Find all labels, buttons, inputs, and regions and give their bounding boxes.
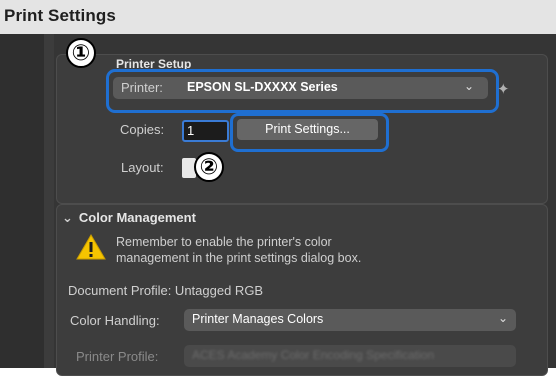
printer-profile-label: Printer Profile:: [76, 349, 159, 364]
preview-area: [44, 34, 54, 368]
printer-profile-select[interactable]: ACES Academy Color Encoding Specificatio…: [184, 345, 516, 367]
color-handling-select[interactable]: Printer Manages Colors ⌄: [184, 309, 516, 331]
add-printer-icon[interactable]: ✦: [497, 80, 510, 98]
chevron-down-icon: ⌄: [497, 311, 508, 325]
printer-label: Printer:: [121, 80, 163, 95]
sidebar-strip: [0, 34, 45, 368]
warning-icon: [76, 234, 106, 265]
color-handling-label: Color Handling:: [70, 313, 160, 328]
copies-field[interactable]: 1: [182, 120, 229, 142]
color-management-header[interactable]: ⌄ Color Management: [62, 210, 196, 226]
warning-message: Remember to enable the printer's color m…: [116, 234, 456, 266]
print-settings-button[interactable]: Print Settings...: [237, 119, 378, 140]
chevron-down-icon: ⌄: [463, 79, 474, 93]
printer-profile-value: ACES Academy Color Encoding Specificatio…: [192, 348, 435, 362]
warning-line-2: management in the print settings dialog …: [116, 251, 362, 265]
printer-select[interactable]: Printer: EPSON SL-DXXXX Series ⌄: [113, 77, 488, 99]
document-profile: Document Profile: Untagged RGB: [68, 283, 264, 298]
step-badge-2: ②: [194, 152, 224, 182]
warning-line-1: Remember to enable the printer's color: [116, 235, 332, 249]
window-title: Print Settings: [4, 6, 116, 25]
color-handling-value: Printer Manages Colors: [192, 312, 324, 326]
step-badge-1: ①: [66, 38, 96, 68]
copies-label: Copies:: [120, 122, 165, 137]
chevron-down-icon: ⌄: [62, 210, 73, 225]
color-management-title: Color Management: [78, 210, 196, 225]
layout-label: Layout:: [121, 160, 164, 175]
printer-value: EPSON SL-DXXXX Series: [187, 80, 338, 94]
